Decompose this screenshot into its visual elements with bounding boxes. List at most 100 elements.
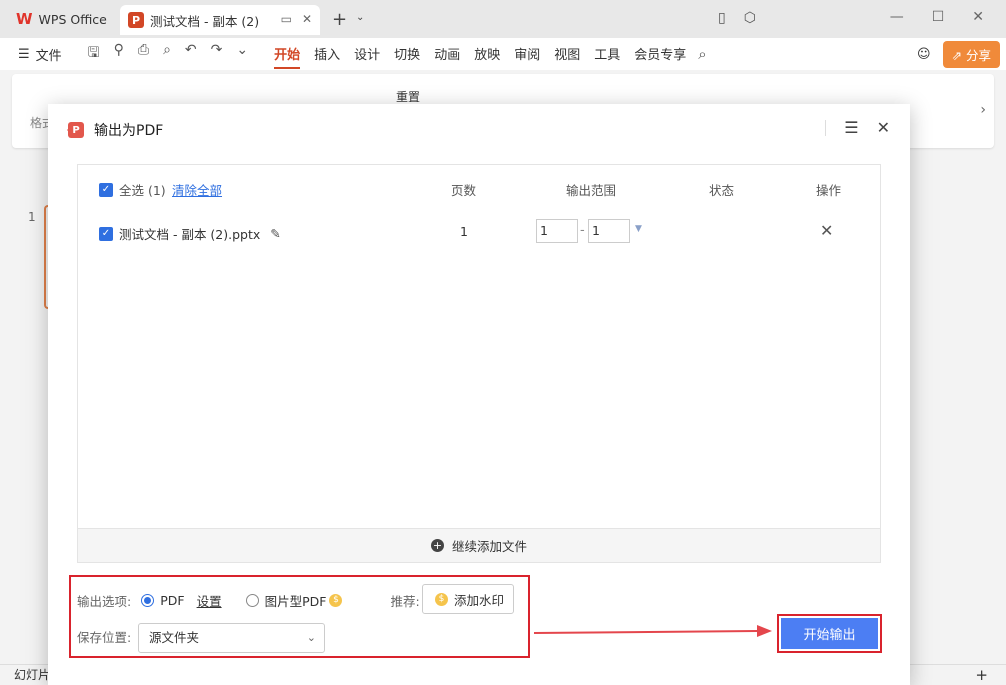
slide-number: 1: [28, 210, 36, 224]
maximize-icon[interactable]: ☐: [932, 9, 945, 25]
ribbon-tabs: 开始 插入 设计 切换 动画 放映 审阅 视图 工具 会员专享: [274, 40, 686, 69]
save-location-select[interactable]: 源文件夹 ⌄: [138, 623, 325, 653]
tab-close-icon[interactable]: ✕: [302, 12, 312, 26]
tab-home-label: WPS Office: [38, 11, 107, 27]
sidebar-toggle-icon[interactable]: ▯: [718, 10, 726, 26]
search-icon[interactable]: ⌕: [698, 45, 706, 63]
range-from-input[interactable]: 1: [536, 219, 578, 243]
dialog-close-icon[interactable]: ✕: [877, 118, 890, 137]
new-tab-dropdown-icon[interactable]: ⌄: [356, 12, 364, 23]
add-watermark-button[interactable]: $ 添加水印: [422, 584, 514, 614]
vip-coin-icon: $: [434, 592, 448, 606]
chat-icon[interactable]: ☺: [917, 47, 931, 62]
file-name: 测试文档 - 副本 (2).pptx: [119, 227, 261, 242]
menu-tab-8[interactable]: 工具: [594, 40, 620, 69]
hamburger-icon: ☰: [18, 46, 30, 62]
share-icon: ⇗: [951, 48, 962, 63]
reset-label[interactable]: 重置: [396, 88, 420, 105]
menu-tab-7[interactable]: 视图: [554, 40, 580, 69]
radio-selected-icon: [141, 594, 155, 607]
add-circle-icon: +: [430, 539, 444, 552]
undo-icon[interactable]: ↶: [185, 42, 197, 66]
edit-icon[interactable]: ✎: [270, 226, 280, 241]
add-watermark-label: 添加水印: [453, 592, 504, 608]
clear-all-link[interactable]: 清除全部: [172, 180, 222, 199]
save-location-label: 保存位置:: [77, 630, 132, 645]
presentation-icon: P: [128, 12, 144, 28]
tab-document[interactable]: P 测试文档 - 副本 (2) ▭ ✕: [120, 5, 320, 35]
radio-unselected-icon: [245, 594, 259, 607]
menu-tab-1[interactable]: 插入: [314, 40, 340, 69]
save-icon[interactable]: 🖫: [88, 42, 100, 66]
dialog-title-label: 输出为PDF: [94, 123, 164, 139]
divider: [825, 119, 827, 136]
chevron-down-icon: ⌄: [306, 631, 316, 644]
recommend-label: 推荐:: [390, 594, 420, 609]
start-export-highlight: 开始输出: [777, 614, 882, 653]
remove-file-icon[interactable]: ✕: [820, 221, 833, 240]
menu-tab-6[interactable]: 审阅: [514, 40, 540, 69]
share-label: 分享: [965, 48, 991, 63]
file-menu[interactable]: ☰ 文件: [18, 45, 62, 64]
link-icon[interactable]: ⚲: [114, 42, 124, 66]
minimize-icon[interactable]: —: [890, 9, 904, 25]
monitor-icon[interactable]: ▭: [281, 12, 292, 26]
tab-wps-home[interactable]: W WPS Office: [8, 5, 116, 33]
export-pdf-dialog: P 输出为PDF ☰ ✕ ✓ 全选 (1) 清除全部 页数 输出范围 状态 操作…: [48, 104, 910, 685]
close-icon[interactable]: ✕: [972, 9, 984, 25]
file-pages: 1: [460, 224, 468, 239]
range-dropdown-icon[interactable]: ▼: [635, 224, 642, 234]
title-bar: W WPS Office P 测试文档 - 副本 (2) ▭ ✕ + ⌄ ▯ ⬡…: [0, 0, 1006, 38]
save-location-value: 源文件夹: [149, 630, 200, 645]
status-text: 幻灯片: [14, 668, 51, 682]
menu-tab-4[interactable]: 动画: [434, 40, 460, 69]
menu-tab-9[interactable]: 会员专享: [634, 40, 686, 69]
select-all-checkbox[interactable]: ✓ 全选 (1): [99, 180, 166, 199]
menu-icon[interactable]: ☰: [844, 118, 858, 137]
image-pdf-radio[interactable]: 图片型PDF $: [245, 591, 343, 610]
annotation-arrow-icon: [533, 625, 772, 637]
print-icon[interactable]: ⎙: [138, 42, 149, 66]
status-column-header: 状态: [709, 183, 735, 198]
vip-coin-icon: $: [329, 594, 343, 607]
file-checkbox[interactable]: ✓ 测试文档 - 副本 (2).pptx ✎: [99, 224, 281, 243]
share-button[interactable]: ⇗ 分享: [942, 41, 1000, 68]
image-pdf-label: 图片型PDF: [264, 594, 327, 609]
menu-tab-2[interactable]: 设计: [354, 40, 380, 69]
range-to-input[interactable]: 1: [588, 219, 630, 243]
pdf-label: PDF: [160, 593, 185, 608]
actions-column-header: 操作: [816, 183, 842, 198]
tab-document-label: 测试文档 - 副本 (2): [150, 13, 260, 29]
file-list: ✓ 全选 (1) 清除全部 页数 输出范围 状态 操作 ✓ 测试文档 - 副本 …: [77, 164, 881, 563]
dialog-title: P 输出为PDF: [67, 120, 164, 140]
start-export-button[interactable]: 开始输出: [781, 618, 878, 649]
new-tab-icon[interactable]: +: [332, 9, 347, 30]
package-icon[interactable]: ⬡: [744, 10, 756, 26]
more-dropdown-icon[interactable]: ⌄: [236, 42, 248, 66]
add-more-label: 继续添加文件: [451, 539, 527, 554]
pages-column-header: 页数: [451, 183, 477, 198]
menu-tab-5[interactable]: 放映: [474, 40, 500, 69]
ribbon-next-icon[interactable]: ›: [980, 102, 986, 118]
file-row: ✓ 测试文档 - 副本 (2).pptx ✎ 1 1 - 1 ▼ ✕: [78, 219, 880, 245]
print-preview-icon[interactable]: ⌕: [163, 42, 171, 66]
menu-bar: ☰ 文件 🖫 ⚲ ⎙ ⌕ ↶ ↷ ⌄ 开始 插入 设计 切换 动画 放映 审阅 视图 工具 会员专…: [0, 38, 1006, 70]
output-options-label: 输出选项:: [77, 594, 132, 609]
pdf-radio[interactable]: PDF: [141, 593, 185, 608]
redo-icon[interactable]: ↷: [211, 42, 223, 66]
file-menu-label: 文件: [35, 48, 62, 64]
select-all-label: 全选 (1): [119, 183, 166, 198]
checkbox-checked-icon: ✓: [99, 226, 113, 241]
menu-tab-3[interactable]: 切换: [394, 40, 420, 69]
range-separator: -: [580, 223, 585, 238]
pdf-settings-link[interactable]: 设置: [197, 591, 222, 610]
wps-logo-icon: W: [16, 10, 33, 28]
add-more-files-button[interactable]: + 继续添加文件: [78, 528, 880, 562]
zoom-in-icon[interactable]: +: [975, 665, 988, 685]
checkbox-checked-icon: ✓: [99, 182, 113, 197]
menu-tab-0[interactable]: 开始: [274, 40, 301, 69]
pdf-export-icon: P: [67, 122, 84, 138]
range-column-header: 输出范围: [566, 183, 617, 198]
output-options-highlight: 输出选项: PDF 设置 图片型PDF $ 推荐: $ 添加水印 保存位置: 源…: [69, 575, 530, 658]
file-list-header: ✓ 全选 (1) 清除全部 页数 输出范围 状态 操作: [78, 165, 880, 209]
